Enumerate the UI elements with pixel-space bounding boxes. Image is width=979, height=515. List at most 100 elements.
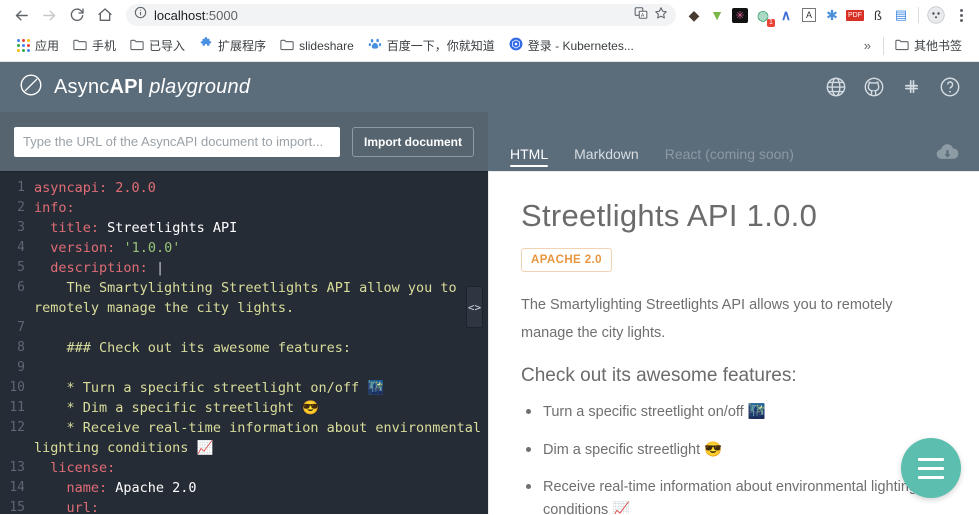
home-button[interactable] [92,2,118,28]
asyncapi-url-input[interactable] [14,126,340,157]
bookmarks-bar: 应用 手机 已导入 扩展程序 slideshare 百度一下，你就知道 登录 -… [0,30,979,62]
code-lines: 1 asyncapi: 2.0.0 2 info: 3 title: Streetlig… [0,172,488,514]
adguard-extension-icon[interactable]: ∧ [776,5,796,25]
line-text: url: [66,500,100,514]
bookmark-label: 已导入 [149,39,186,53]
back-button[interactable] [8,2,34,28]
brand-prefix: Async [54,75,110,98]
slack-icon[interactable] [901,76,923,98]
import-document-button[interactable]: Import document [352,126,474,157]
bookmark-apps[interactable]: 应用 [10,34,66,57]
download-helper-extension-icon[interactable]: ▼ [707,5,727,25]
doc-title: Streetlights API 1.0.0 [521,198,818,233]
pdf-extension-icon[interactable]: PDF [845,5,865,25]
yaml-code-editor[interactable]: 1 asyncapi: 2.0.0 2 info: 3 title: Streetlig… [0,171,488,514]
features-heading: Check out its awesome features: [521,365,797,387]
feature-item: Receive real-time information about envi… [521,476,945,514]
brand-sub: playground [149,75,251,98]
bookmark-star-icon[interactable] [654,6,668,25]
header-icons [825,76,961,98]
folder-icon [280,38,294,54]
code-line: 14 name: Apache 2.0 [0,478,488,498]
output-tabs-bar: HTML Markdown React (coming soon) [488,112,979,171]
bookmark-label: 登录 - Kubernetes... [527,39,634,53]
extension-badge-count: 1 [767,19,775,27]
code-line: 8 ### Check out its awesome features: [0,338,488,358]
brand[interactable]: AsyncAPI playground [18,72,250,103]
line-number: 13 [9,460,25,475]
line-number: 14 [9,480,25,495]
session-manager-extension-icon[interactable]: ◍ 1 [753,5,775,27]
code-line: 4 version: '1.0.0' [0,238,488,258]
cloud-download-icon[interactable] [935,141,961,171]
line-text: * Receive real-time information about en… [34,420,482,456]
reload-button[interactable] [64,2,90,28]
splitter-handle[interactable]: <> [466,286,483,328]
code-line: 6 The Smartylighting Streetlights API al… [0,278,488,318]
bookmark-phone[interactable]: 手机 [66,34,123,57]
code-line: 13 license: [0,458,488,478]
zotero-extension-icon[interactable]: ◆ [684,5,704,25]
menu-fab[interactable] [901,438,961,498]
html-preview-pane: Streetlights API 1.0.0 APACHE 2.0 The Sm… [488,171,979,514]
app-subbar: Import document HTML Markdown React (com… [0,112,979,171]
features-list: Turn a specific streetlight on/off 🌃 Dim … [521,401,945,514]
chrome-menu-icon[interactable] [951,4,971,26]
github-icon[interactable] [863,76,885,98]
line-text: name: Apache 2.0 [66,480,197,496]
line-number: 12 [9,420,25,435]
code-line: 9 [0,358,488,378]
line-text: license: [50,460,116,476]
hamburger-bar [918,466,944,470]
evernote-extension-icon[interactable]: ß [868,5,888,25]
grammar-extension-icon[interactable]: A [799,5,819,25]
bookmark-kubernetes[interactable]: 登录 - Kubernetes... [502,34,641,57]
dark-reader-extension-icon[interactable]: ✳ [730,5,750,25]
translate-icon[interactable]: A [634,6,648,25]
brand-bold: API [109,75,144,98]
globe-icon[interactable] [825,76,847,98]
line-text: version: '1.0.0' [50,240,181,256]
line-number: 6 [17,280,25,295]
code-line: 5 description: | [0,258,488,278]
folder-icon [895,38,909,54]
address-bar-url: localhost:5000 [154,7,238,23]
bookmark-label: slideshare [299,38,354,53]
svg-text:A: A [641,13,645,19]
bookmark-label: 扩展程序 [218,39,267,53]
asterisk-extension-icon[interactable]: ✱ [822,5,842,25]
bookmark-extensions[interactable]: 扩展程序 [192,34,273,57]
doc-description: The Smartylighting Streetlights API allo… [521,297,893,341]
bookmark-imported[interactable]: 已导入 [123,34,192,57]
bookmark-label: 应用 [35,39,60,53]
puzzle-icon [199,37,213,54]
tab-html[interactable]: HTML [510,112,549,171]
bookmark-label: 百度一下，你就知道 [386,39,495,53]
line-number: 7 [17,320,25,335]
profile-avatar-icon[interactable] [926,5,946,25]
line-number: 4 [17,240,25,255]
code-line: 3 title: Streetlights API [0,218,488,238]
bookmarks-overflow-button[interactable]: » [856,36,879,55]
kubernetes-icon [509,37,523,54]
bookmark-baidu[interactable]: 百度一下，你就知道 [361,34,502,57]
toolbar-divider [918,7,919,23]
help-icon[interactable] [939,76,961,98]
bookmark-slideshare[interactable]: slideshare [273,35,361,57]
tab-markdown[interactable]: Markdown [574,112,639,171]
forward-button[interactable] [36,2,62,28]
other-bookmarks-button[interactable]: 其他书签 [888,34,969,57]
line-number: 1 [17,180,25,195]
code-line: 7 [0,318,488,338]
address-bar[interactable]: localhost:5000 A [126,4,676,26]
hamburger-bar [918,457,944,461]
code-line: 11 * Dim a specific streetlight 😎 [0,398,488,418]
line-text: * Turn a specific streetlight on/off 🌃 [34,380,385,396]
line-number: 11 [9,400,25,415]
code-line: 2 info: [0,198,488,218]
bluetooth-extension-icon[interactable]: ▤ [891,5,911,25]
browser-chrome: localhost:5000 A ◆ ▼ ✳ ◍1 ∧ A ✱ PDF ß ▤ [0,0,979,62]
line-text: ### Check out its awesome features: [34,340,351,356]
info-circle-icon[interactable] [134,6,147,24]
line-number: 8 [17,340,25,355]
